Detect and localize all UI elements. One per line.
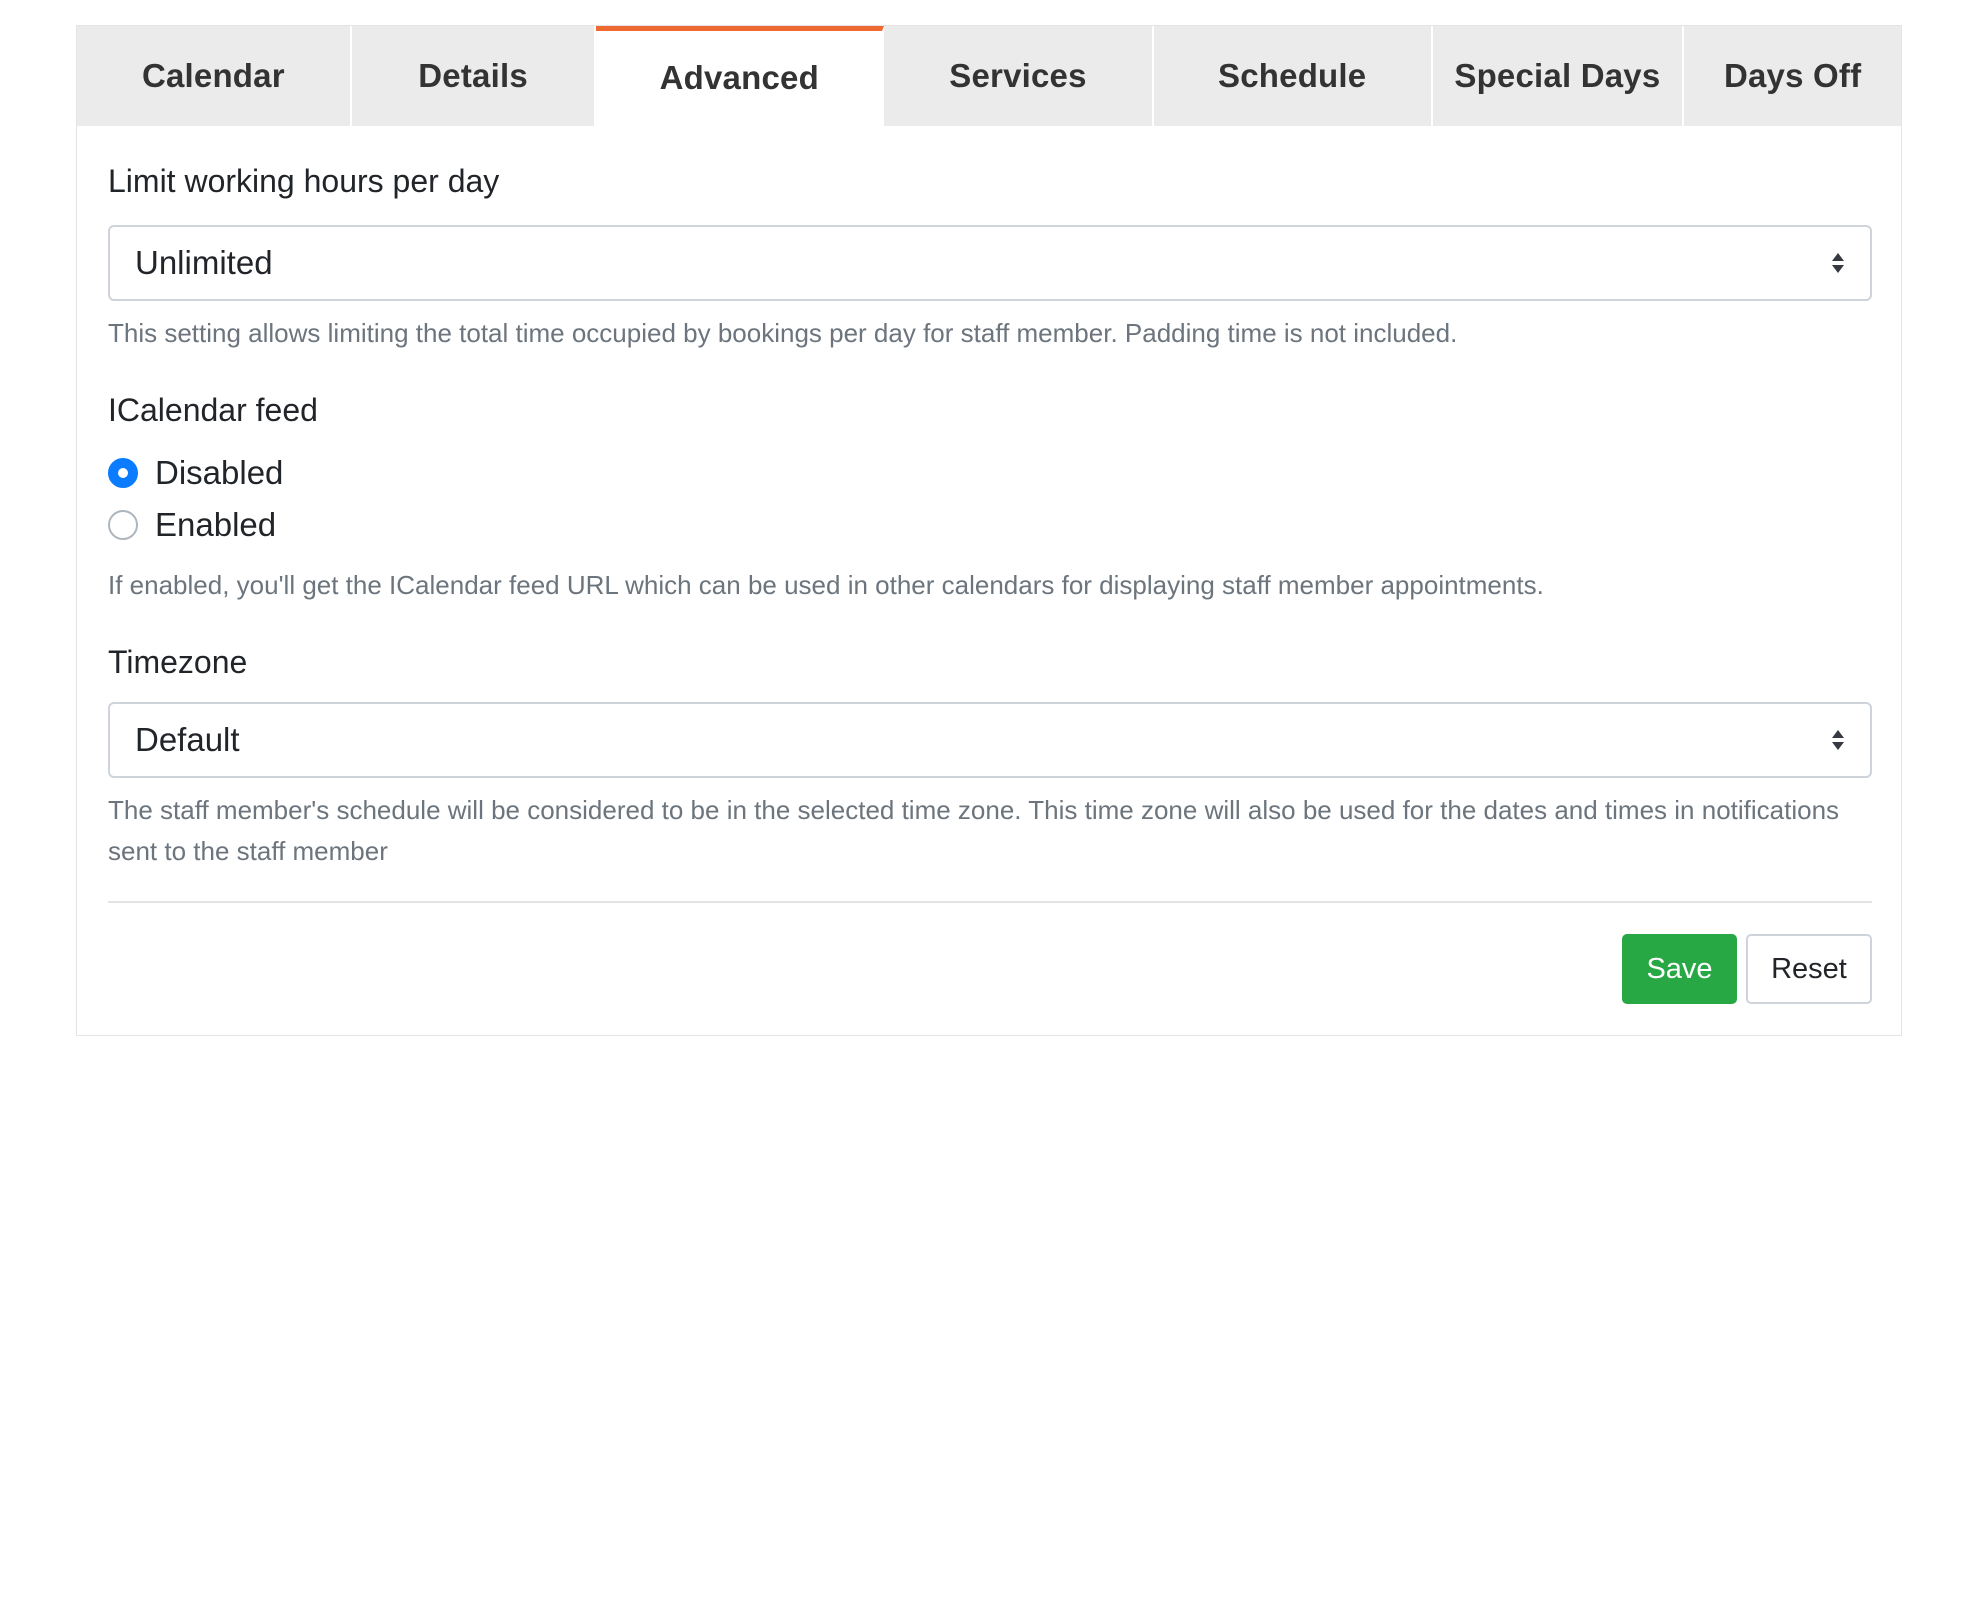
select-arrows-icon — [1832, 253, 1844, 273]
reset-button[interactable]: Reset — [1746, 934, 1872, 1004]
save-button[interactable]: Save — [1622, 934, 1737, 1004]
tab-details[interactable]: Details — [352, 26, 597, 126]
tab-advanced[interactable]: Advanced — [596, 26, 885, 126]
radio-enabled[interactable] — [108, 510, 138, 540]
divider — [108, 901, 1872, 903]
icalendar-feed-label: ICalendar feed — [108, 392, 318, 428]
working-hours-select[interactable]: Unlimited — [108, 225, 1872, 301]
tab-services[interactable]: Services — [884, 26, 1154, 126]
icalendar-enabled-option[interactable]: Enabled — [108, 505, 276, 545]
staff-settings-panel: Calendar Details Advanced Services Sched… — [76, 25, 1902, 1036]
working-hours-label: Limit working hours per day — [108, 163, 500, 199]
timezone-value: Default — [135, 721, 240, 758]
radio-disabled[interactable] — [108, 458, 138, 488]
radio-disabled-label: Disabled — [155, 454, 284, 491]
select-arrows-icon — [1832, 730, 1844, 750]
tab-calendar[interactable]: Calendar — [77, 26, 352, 126]
tab-days-off[interactable]: Days Off — [1684, 26, 1901, 126]
icalendar-disabled-option[interactable]: Disabled — [108, 453, 283, 493]
tab-special-days[interactable]: Special Days — [1433, 26, 1685, 126]
timezone-select[interactable]: Default — [108, 702, 1872, 778]
radio-enabled-label: Enabled — [155, 506, 277, 543]
icalendar-help: If enabled, you'll get the ICalendar fee… — [108, 570, 1544, 600]
working-hours-value: Unlimited — [135, 244, 273, 281]
timezone-label: Timezone — [108, 644, 248, 680]
tab-schedule[interactable]: Schedule — [1154, 26, 1433, 126]
timezone-help: The staff member's schedule will be cons… — [108, 795, 1840, 866]
tab-bar: Calendar Details Advanced Services Sched… — [77, 26, 1901, 126]
working-hours-help: This setting allows limiting the total t… — [108, 318, 1458, 348]
